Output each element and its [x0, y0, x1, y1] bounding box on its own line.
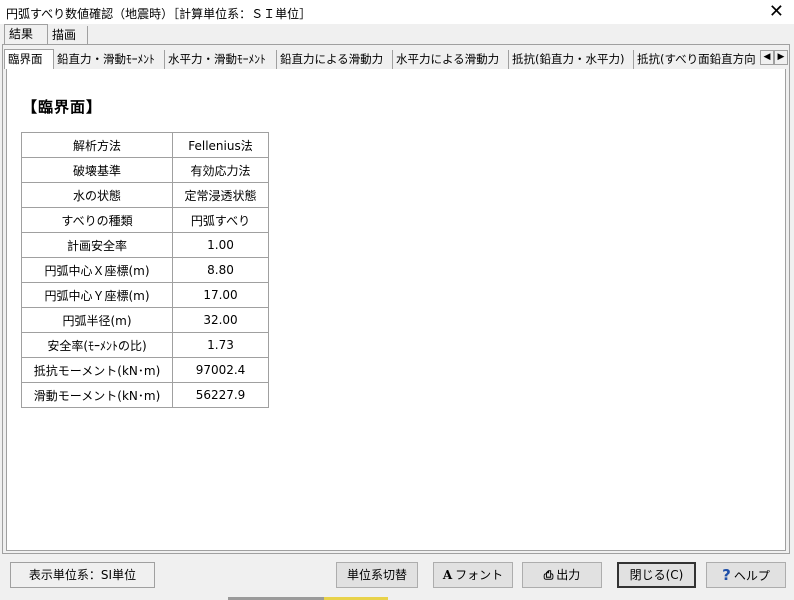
- row-value: 有効応力法: [172, 157, 269, 183]
- font-button[interactable]: A フォント: [433, 562, 513, 588]
- row-value: Fellenius法: [172, 132, 269, 158]
- unit-display: 表示単位系：SI単位: [10, 562, 155, 588]
- row-label: 円弧中心Ｘ座標(m): [21, 257, 173, 283]
- scroll-left-icon[interactable]: ◀: [760, 50, 774, 65]
- table-row: 水の状態 定常浸透状態: [21, 182, 269, 208]
- table-row: 計画安全率 1.00: [21, 232, 269, 258]
- window-title: 円弧すべり数値確認（地震時）［計算単位系：ＳＩ単位］: [6, 7, 312, 21]
- result-table: 解析方法 Fellenius法 破壊基準 有効応力法 水の状態 定常浸透状態 すべりの種類円…: [21, 132, 269, 408]
- tab-scroll-buttons: ◀ ▶: [760, 50, 790, 66]
- close-button[interactable]: 閉じる(C): [617, 562, 696, 588]
- row-value: 32.00: [172, 307, 269, 333]
- table-row: 円弧中心Ｙ座標(m) 17.00: [21, 282, 269, 308]
- font-button-label: フォント: [455, 568, 504, 582]
- row-value: 97002.4: [172, 357, 269, 383]
- row-label: 円弧中心Ｙ座標(m): [21, 282, 173, 308]
- tab-drawing[interactable]: 描画: [48, 26, 88, 44]
- table-row: 解析方法 Fellenius法: [21, 132, 269, 158]
- row-value: 1.73: [172, 332, 269, 358]
- outer-tab-bar: 結果 描画: [0, 24, 794, 44]
- printer-icon: ⎙: [543, 568, 554, 582]
- row-value: 定常浸透状態: [172, 182, 269, 208]
- row-label: 計画安全率: [21, 232, 173, 258]
- tab-result[interactable]: 結果: [4, 24, 48, 44]
- row-label: すべりの種類: [21, 207, 173, 233]
- tab-critical-surface[interactable]: 臨界面: [4, 49, 54, 69]
- row-label: 破壊基準: [21, 157, 173, 183]
- table-row: すべりの種類 円弧すべり: [21, 207, 269, 233]
- help-button-label: ヘルプ: [733, 569, 770, 583]
- row-value: 円弧すべり: [172, 207, 269, 233]
- tab-resistance-vertical-horizontal[interactable]: 抵抗(鉛直力・水平力): [509, 50, 634, 69]
- row-label: 円弧半径(m): [21, 307, 173, 333]
- row-label: 水の状態: [21, 182, 173, 208]
- help-button[interactable]: ? ヘルプ: [706, 562, 786, 588]
- tab-resistance-slip-normal[interactable]: 抵抗(すべり面鉛直方向: [634, 50, 764, 69]
- tab-vertical-sliding-moment[interactable]: 鉛直力・滑動ﾓｰﾒﾝﾄ: [54, 50, 165, 69]
- section-title: 【臨界面】: [22, 98, 103, 116]
- row-label: 抵抗モーメント(kN･m): [21, 357, 173, 383]
- font-icon: A: [442, 568, 453, 582]
- output-button-label: 出力: [556, 568, 581, 582]
- tab-horizontal-sliding-moment[interactable]: 水平力・滑動ﾓｰﾒﾝﾄ: [165, 50, 277, 69]
- row-value: 8.80: [172, 257, 269, 283]
- row-label: 安全率(ﾓｰﾒﾝﾄの比): [21, 332, 173, 358]
- inner-tab-bar: 臨界面 鉛直力・滑動ﾓｰﾒﾝﾄ 水平力・滑動ﾓｰﾒﾝﾄ 鉛直力による滑動力 水平…: [4, 49, 790, 69]
- title-bar: 円弧すべり数値確認（地震時）［計算単位系：ＳＩ単位］ ✕: [0, 0, 794, 24]
- row-label: 滑動モーメント(kN･m): [21, 382, 173, 408]
- table-row: 抵抗モーメント(kN･m) 97002.4: [21, 357, 269, 383]
- row-value: 1.00: [172, 232, 269, 258]
- table-row: 滑動モーメント(kN･m) 56227.9: [21, 382, 269, 408]
- row-label: 解析方法: [21, 132, 173, 158]
- unit-switch-button[interactable]: 単位系切替: [336, 562, 418, 588]
- table-row: 破壊基準 有効応力法: [21, 157, 269, 183]
- tab-vertical-sliding-force[interactable]: 鉛直力による滑動力: [277, 50, 393, 69]
- row-value: 17.00: [172, 282, 269, 308]
- table-row: 円弧半径(m) 32.00: [21, 307, 269, 333]
- tab-horizontal-sliding-force[interactable]: 水平力による滑動力: [393, 50, 509, 69]
- close-icon[interactable]: ✕: [769, 2, 784, 22]
- scroll-right-icon[interactable]: ▶: [774, 50, 788, 65]
- row-value: 56227.9: [172, 382, 269, 408]
- table-row: 安全率(ﾓｰﾒﾝﾄの比) 1.73: [21, 332, 269, 358]
- help-icon: ?: [722, 566, 731, 584]
- output-button[interactable]: ⎙ 出力: [522, 562, 602, 588]
- table-row: 円弧中心Ｘ座標(m) 8.80: [21, 257, 269, 283]
